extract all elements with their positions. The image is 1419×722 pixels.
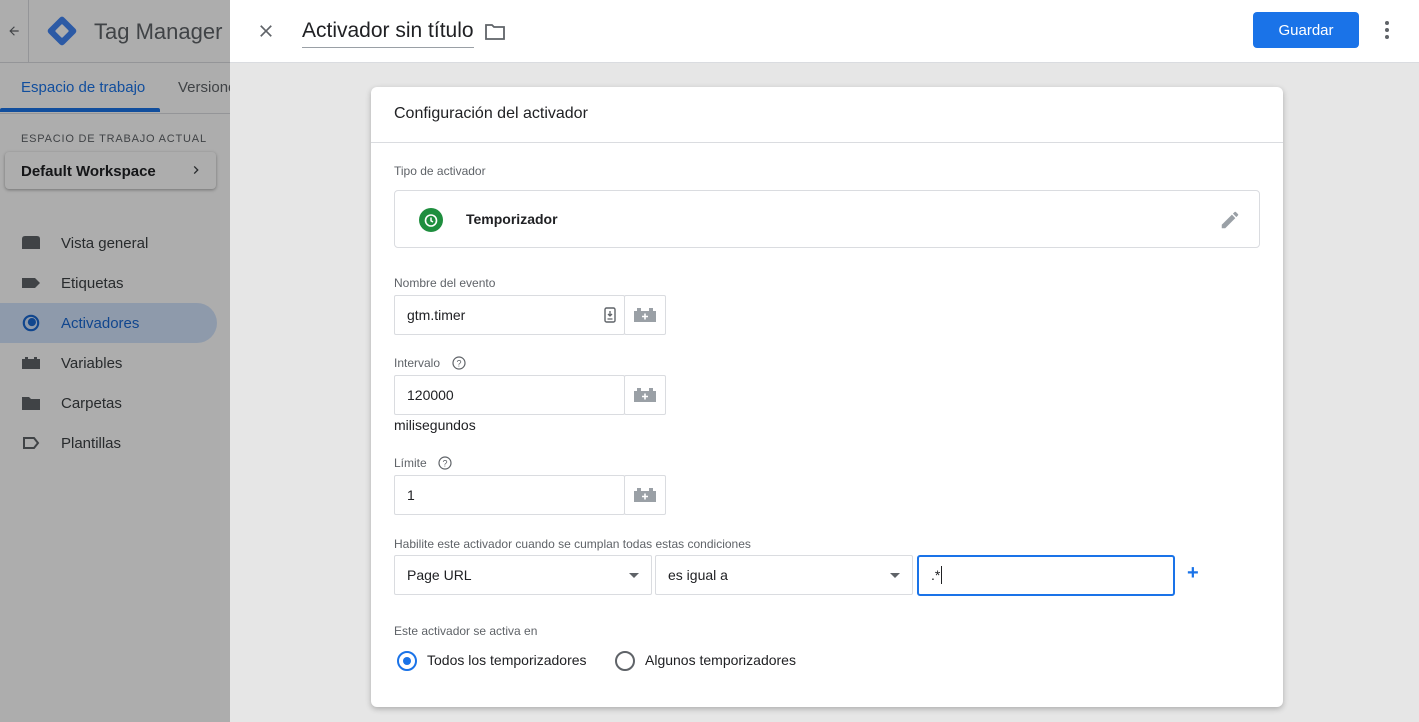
svg-text:?: ? xyxy=(456,359,461,369)
trigger-type-selector[interactable]: Temporizador xyxy=(394,190,1260,248)
interval-unit: milisegundos xyxy=(394,417,476,433)
help-icon[interactable]: ? xyxy=(452,356,466,370)
add-condition-button[interactable]: + xyxy=(1187,563,1199,583)
autofill-icon xyxy=(604,307,616,323)
svg-text:?: ? xyxy=(442,459,447,469)
interval-label: Intervalo xyxy=(394,356,441,370)
radio-label: Todos los temporizadores xyxy=(427,652,587,668)
insert-variable-button[interactable] xyxy=(624,295,666,335)
timer-icon xyxy=(419,208,443,232)
save-button[interactable]: Guardar xyxy=(1253,12,1359,48)
conditions-label: Habilite este activador cuando se cumpla… xyxy=(394,537,751,551)
fires-on-label: Este activador se activa en xyxy=(394,624,538,638)
limit-value: 1 xyxy=(407,487,415,503)
radio-label: Algunos temporizadores xyxy=(645,652,796,668)
more-vert-icon xyxy=(1385,21,1389,39)
event-name-field[interactable]: gtm.timer xyxy=(394,295,625,335)
card-header: Configuración del activador xyxy=(371,87,1283,143)
interval-field[interactable]: 120000 xyxy=(394,375,625,415)
dropdown-arrow-icon xyxy=(629,573,639,578)
condition-variable-select[interactable]: Page URL xyxy=(394,555,652,595)
background-scrim[interactable] xyxy=(0,0,230,722)
trigger-name-field[interactable]: Activador sin título xyxy=(302,19,474,48)
help-icon[interactable]: ? xyxy=(438,456,452,470)
trigger-type-label: Tipo de activador xyxy=(394,164,486,178)
trigger-config-card: Configuración del activador Tipo de acti… xyxy=(371,87,1283,707)
insert-variable-button[interactable] xyxy=(624,475,666,515)
variable-block-icon xyxy=(634,308,656,322)
interval-value: 120000 xyxy=(407,387,454,403)
limit-field[interactable]: 1 xyxy=(394,475,625,515)
app-shell: Tag Manager Espacio de trabajo Version es… xyxy=(0,0,230,722)
variable-block-icon xyxy=(634,488,656,502)
trigger-type-value: Temporizador xyxy=(466,211,558,227)
event-name-value: gtm.timer xyxy=(407,307,466,323)
card-title: Configuración del activador xyxy=(394,105,588,122)
event-name-label: Nombre del evento xyxy=(394,276,496,290)
trigger-editor-header: Activador sin título Guardar xyxy=(230,0,1419,63)
radio-checked-icon xyxy=(397,651,417,671)
condition-value: .* xyxy=(931,567,941,583)
condition-value-input[interactable]: .* xyxy=(917,555,1175,596)
text-cursor xyxy=(941,566,942,584)
limit-label: Límite xyxy=(394,456,427,470)
variable-block-icon xyxy=(634,388,656,402)
radio-unchecked-icon xyxy=(615,651,635,671)
insert-variable-button[interactable] xyxy=(624,375,666,415)
pencil-icon[interactable] xyxy=(1219,209,1241,231)
condition-variable-value: Page URL xyxy=(407,567,472,583)
close-button[interactable] xyxy=(252,17,280,45)
more-options-button[interactable] xyxy=(1375,18,1399,42)
folder-outline-icon[interactable] xyxy=(483,20,507,44)
close-icon xyxy=(260,25,272,37)
condition-operator-value: es igual a xyxy=(668,567,728,583)
dropdown-arrow-icon xyxy=(890,573,900,578)
condition-operator-select[interactable]: es igual a xyxy=(655,555,913,595)
